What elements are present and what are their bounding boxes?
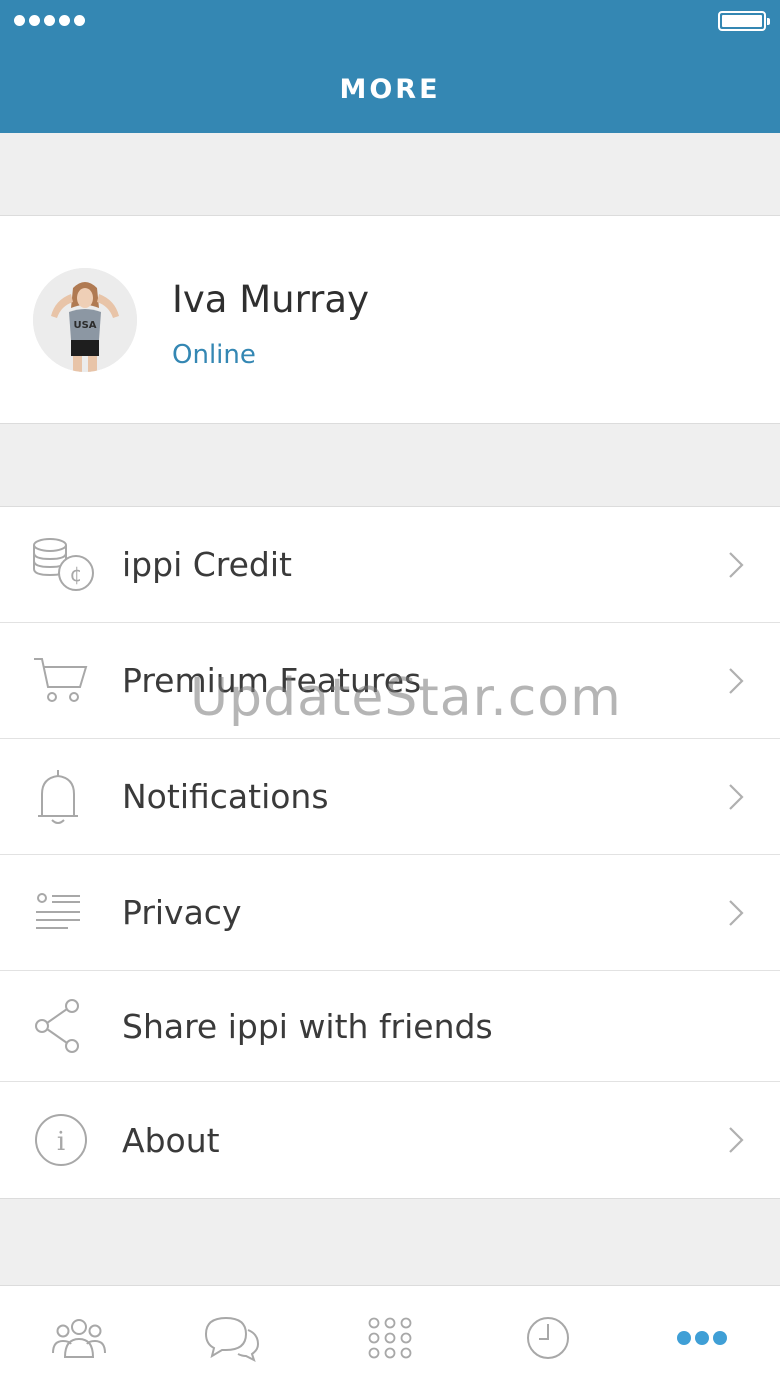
more-screen: MORE USA Iva Murray Online ¢ ippi Credit…: [0, 0, 780, 1387]
menu-item-ippi-credit[interactable]: ¢ ippi Credit: [0, 507, 780, 623]
chevron-right-icon: [729, 551, 744, 578]
chevron-right-icon: [729, 783, 744, 810]
menu-item-privacy[interactable]: Privacy: [0, 855, 780, 971]
menu-label: ippi Credit: [122, 545, 292, 584]
menu-item-notifications[interactable]: Notifications: [0, 739, 780, 855]
bell-icon: [28, 762, 104, 832]
contacts-icon: [52, 1319, 106, 1358]
privacy-list-icon: [28, 878, 104, 948]
tab-contacts[interactable]: [44, 1310, 114, 1366]
share-icon: [28, 991, 104, 1061]
profile-name: Iva Murray: [172, 278, 369, 321]
keypad-icon: [368, 1317, 412, 1359]
battery-icon: [718, 11, 770, 31]
chevron-right-icon: [729, 1127, 744, 1153]
chevron-right-icon: [729, 899, 744, 926]
settings-menu: ¢ ippi Credit Premium Features Notificat…: [0, 506, 780, 1199]
avatar[interactable]: USA: [33, 268, 137, 372]
more-dots-icon: [677, 1331, 727, 1345]
menu-item-premium-features[interactable]: Premium Features: [0, 623, 780, 739]
svg-text:i: i: [57, 1127, 65, 1157]
signal-strength-icon: [14, 15, 85, 26]
tab-bar: [0, 1285, 780, 1387]
tab-history[interactable]: [513, 1310, 583, 1366]
menu-label: Notifications: [122, 777, 329, 816]
page-title: MORE: [339, 74, 441, 105]
svg-text:¢: ¢: [70, 562, 83, 586]
tab-more[interactable]: [667, 1310, 737, 1366]
menu-label: About: [122, 1120, 220, 1160]
coins-icon: ¢: [28, 530, 104, 600]
menu-label: Premium Features: [122, 661, 422, 700]
nav-header: MORE: [0, 0, 780, 133]
avatar-image: USA: [33, 268, 137, 372]
svg-text:USA: USA: [73, 320, 96, 331]
profile-card[interactable]: USA Iva Murray Online: [0, 215, 780, 424]
cart-icon: [28, 646, 104, 716]
menu-item-share[interactable]: Share ippi with friends: [0, 971, 780, 1082]
menu-label: Share ippi with friends: [122, 1006, 493, 1046]
tab-keypad[interactable]: [355, 1310, 425, 1366]
menu-item-about[interactable]: i About: [0, 1082, 780, 1198]
menu-label: Privacy: [122, 893, 242, 932]
tab-chat[interactable]: [197, 1310, 267, 1366]
chat-icon: [204, 1316, 260, 1362]
clock-icon: [527, 1317, 569, 1359]
chevron-right-icon: [729, 667, 744, 694]
profile-status: Online: [172, 340, 256, 370]
info-icon: i: [28, 1105, 104, 1175]
